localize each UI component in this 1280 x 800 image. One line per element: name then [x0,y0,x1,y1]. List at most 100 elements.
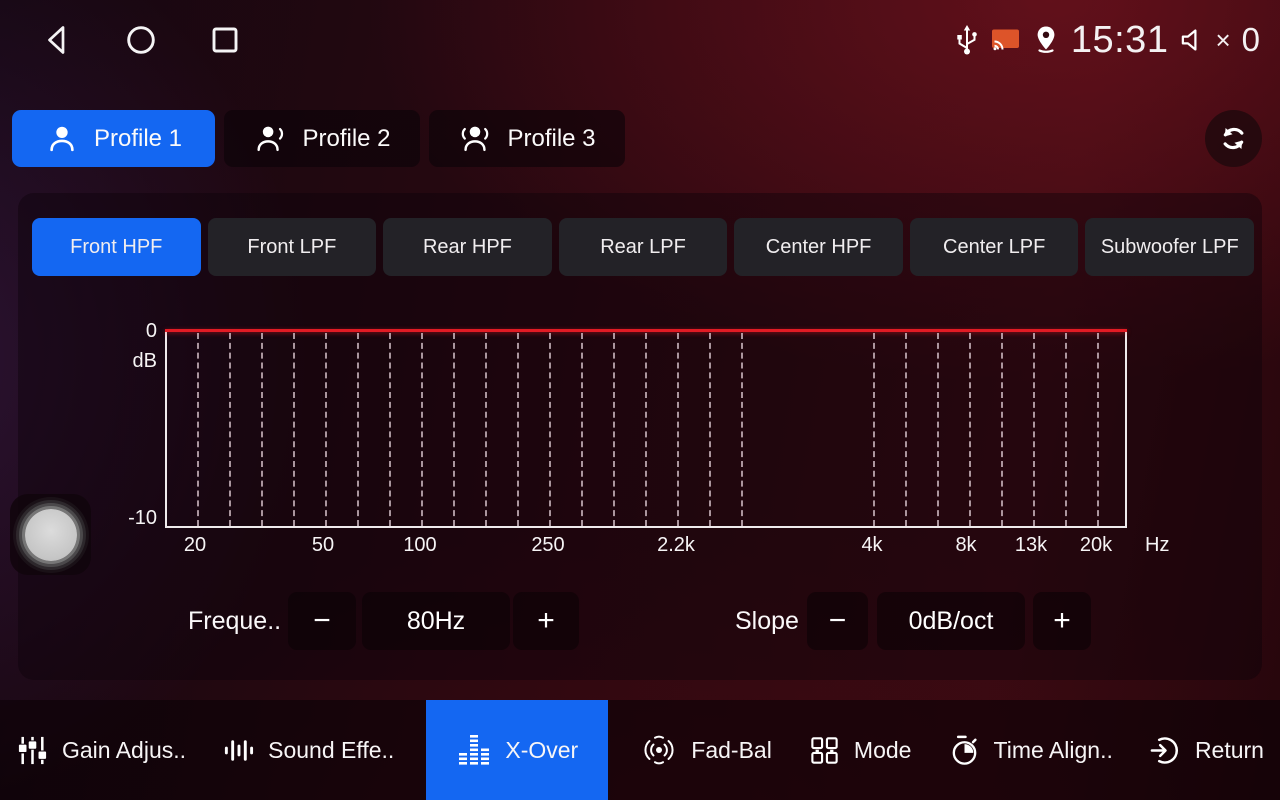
frequency-plus-button[interactable]: + [513,592,579,650]
clock: 15:31 [1071,19,1169,62]
nav-sound-effects[interactable]: Sound Effe.. [218,700,398,800]
tab-center-lpf[interactable]: Center LPF [910,218,1079,276]
grid-line [581,333,583,526]
status-bar: 15:31 × 0 [0,0,1280,80]
level-knob[interactable] [10,494,91,575]
nav-label: Mode [854,737,912,764]
nav-label: Fad-Bal [691,737,772,764]
grid-line [325,333,327,526]
x-tick-label: 250 [531,534,564,557]
tab-subwoofer-lpf[interactable]: Subwoofer LPF [1085,218,1254,276]
tab-label: Front HPF [70,236,162,259]
grid-line [197,333,199,526]
x-tick-label: 100 [403,534,436,557]
x-axis-unit: Hz [1145,534,1169,557]
response-curve [165,329,1127,332]
equalizer-icon [456,733,492,767]
volume-muted-icon [1179,27,1206,53]
x-tick-label: 4k [861,534,882,557]
tab-center-hpf[interactable]: Center HPF [734,218,903,276]
y-axis-tick-0: 0 [97,320,157,343]
location-icon [1032,25,1060,56]
nav-label: Time Align.. [994,737,1113,764]
gain-adjust-icon [16,734,49,767]
tab-label: Center LPF [943,236,1045,259]
recents-icon[interactable] [209,24,241,56]
grid-line [293,333,295,526]
profile-label: Profile 3 [507,125,595,153]
crossover-response-chart[interactable] [165,330,1127,528]
tab-label: Center HPF [766,236,872,259]
nav-mode[interactable]: Mode [804,700,916,800]
back-icon[interactable] [41,23,73,57]
grid-line [905,333,907,526]
tab-rear-lpf[interactable]: Rear LPF [559,218,728,276]
profile-row: Profile 1 Profile 2 Profile 3 [12,110,1262,167]
grid-line [549,333,551,526]
slope-plus-button[interactable]: + [1033,592,1091,650]
x-axis-ticks: 20 50 100 250 2.2k 4k 8k 13k 20k [165,534,1127,560]
x-tick-label: 8k [955,534,976,557]
grid-line [357,333,359,526]
nav-label: Return [1195,737,1264,764]
stopwatch-icon [948,734,981,767]
fader-balance-icon [640,734,678,766]
nav-gain-adjust[interactable]: Gain Adjus.. [12,700,190,800]
person-waves-icon [458,122,492,156]
xover-panel: Front HPF Front LPF Rear HPF Rear LPF Ce… [18,193,1262,680]
tab-label: Rear HPF [423,236,512,259]
x-tick-label: 20 [184,534,206,557]
grid-line [1065,333,1067,526]
grid-line [261,333,263,526]
grid-line [937,333,939,526]
grid-line [613,333,615,526]
tab-label: Subwoofer LPF [1101,236,1239,259]
person-icon [45,122,79,156]
filter-controls: Freque.. − 80Hz + Slope − 0dB/oct + [18,592,1262,650]
bottom-nav: Gain Adjus.. Sound Effe.. X-Over [0,700,1280,800]
grid-line [421,333,423,526]
x-tick-label: 50 [312,534,334,557]
y-axis-tick-m10: -10 [85,507,157,530]
profile-1-button[interactable]: Profile 1 [12,110,215,167]
nav-time-align[interactable]: Time Align.. [944,700,1117,800]
nav-fad-bal[interactable]: Fad-Bal [636,700,776,800]
mode-grid-icon [808,734,841,767]
frequency-minus-button[interactable]: − [288,592,356,650]
filter-tabs: Front HPF Front LPF Rear HPF Rear LPF Ce… [32,218,1254,276]
return-icon [1149,734,1182,767]
tab-front-hpf[interactable]: Front HPF [32,218,201,276]
x-tick-label: 13k [1015,534,1047,557]
grid-line [485,333,487,526]
profile-label: Profile 2 [302,125,390,153]
slope-label: Slope [735,592,799,650]
grid-line [741,333,743,526]
nav-x-over[interactable]: X-Over [426,700,608,800]
grid-line [969,333,971,526]
nav-return[interactable]: Return [1145,700,1268,800]
usb-icon [954,24,980,56]
grid-line [389,333,391,526]
profile-2-button[interactable]: Profile 2 [224,110,420,167]
grid-line [1001,333,1003,526]
person-wave-icon [253,122,287,156]
frequency-value: 80Hz [362,592,510,650]
refresh-button[interactable] [1205,110,1262,167]
grid-line [453,333,455,526]
x-tick-label: 20k [1080,534,1112,557]
frequency-label: Freque.. [188,592,281,650]
grid-line [1033,333,1035,526]
home-icon[interactable] [124,23,158,57]
refresh-icon [1218,123,1249,154]
status-icons: 15:31 × 0 [954,19,1260,62]
nav-label: X-Over [505,737,578,764]
nav-label: Sound Effe.. [268,737,394,764]
tab-front-lpf[interactable]: Front LPF [208,218,377,276]
x-tick-label: 2.2k [657,534,695,557]
grid-line [677,333,679,526]
profile-3-button[interactable]: Profile 3 [429,110,625,167]
slope-minus-button[interactable]: − [807,592,868,650]
nav-label: Gain Adjus.. [62,737,186,764]
cast-icon [991,28,1021,53]
tab-rear-hpf[interactable]: Rear HPF [383,218,552,276]
